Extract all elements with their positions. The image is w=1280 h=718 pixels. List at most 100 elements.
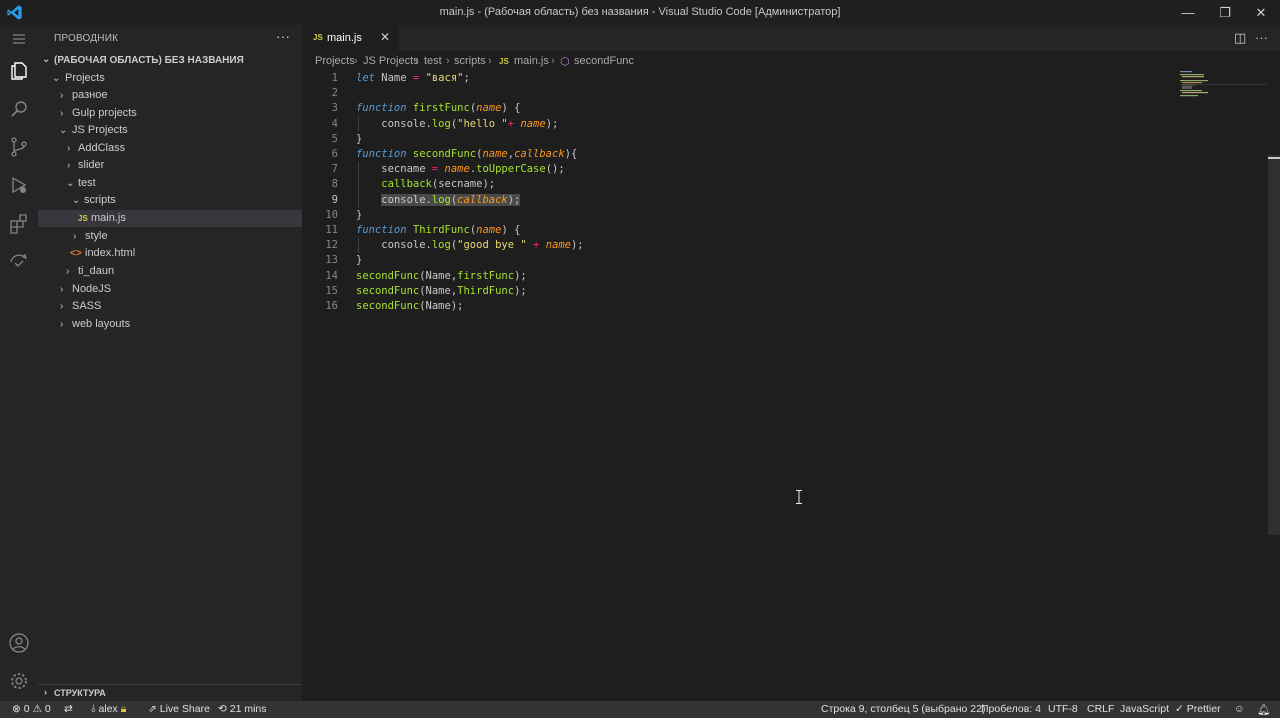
chevron-right-icon: › [73,231,77,242]
minimize-button[interactable]: — [1175,3,1201,22]
restore-button[interactable]: ❐ [1212,3,1238,22]
breadcrumb-item[interactable]: test [424,55,442,67]
settings-gear-icon[interactable] [7,669,31,693]
code-line[interactable]: } [356,253,362,268]
extensions-icon[interactable] [7,212,31,236]
breadcrumb-item[interactable]: Projects [315,55,355,67]
code-token: (); [545,163,565,176]
search-icon[interactable] [7,97,31,121]
chevron-right-icon: › [60,319,64,330]
notifications-bell-icon[interactable]: 🔔︎ [1257,703,1270,716]
code-line[interactable]: console.log("good bye " + name); [356,238,583,253]
line-number: 16 [325,300,338,312]
code-token: name [482,148,508,160]
tree-item-main-js[interactable]: JS main.js [38,210,302,227]
tree-item-addclass[interactable]: › AddClass [38,140,302,157]
vertical-scrollbar[interactable] [1268,155,1280,535]
tree-item-nodejs[interactable]: › NodeJS [38,281,302,298]
cursor-position-status[interactable]: Строка 9, столбец 5 (выбрано 22) [821,703,985,715]
code-line[interactable]: callback(secname); [356,177,495,192]
code-line[interactable]: secondFunc(Name,ThirdFunc); [356,284,527,299]
breadcrumb-separator-icon: › [446,55,450,67]
title-bar: main.js - (Рабочая область) без названия… [0,0,1280,25]
tree-item-slider[interactable]: › slider [38,157,302,174]
close-window-button[interactable]: ✕ [1248,3,1274,22]
eol-status[interactable]: CRLF [1087,703,1114,715]
chevron-right-icon: › [60,284,64,295]
tree-item-label: main.js [91,212,126,224]
tree-item-raznoe[interactable]: › разное [38,87,302,104]
status-bar: ⊗ 0 ⚠ 0 ⇄ ⫰ alex 🔒︎ ⇗ Live Share ⟲ 21 mi… [0,701,1280,718]
breadcrumb-item[interactable]: main.js [514,55,549,67]
code-token: function [356,224,407,236]
tree-item-projects[interactable]: ⌄ Projects [38,70,302,87]
line-number: 14 [325,269,338,282]
tree-item-js-projects[interactable]: ⌄ JS Projects [38,122,302,139]
breadcrumb-item[interactable]: scripts [454,55,486,67]
tree-item-style[interactable]: › style [38,228,302,245]
code-line[interactable]: } [356,208,362,223]
remote-explorer-icon[interactable] [7,250,31,274]
breadcrumb-item[interactable]: JS Projects [363,55,419,67]
code-line[interactable]: function firstFunc(name) { [356,101,520,116]
sync-icon[interactable]: ⇄ [64,703,73,715]
split-editor-icon[interactable]: ◫ [1234,30,1246,46]
live-share-icon: ⇗ [148,703,157,715]
encoding-status[interactable]: UTF-8 [1048,703,1078,715]
tree-item-test[interactable]: ⌄ test [38,175,302,192]
indent-guide [358,238,359,253]
code-line[interactable]: secondFunc(Name,firstFunc); [356,269,527,284]
workspace-section-header[interactable]: ⌄ (РАБОЧАЯ ОБЛАСТЬ) БЕЗ НАЗВАНИЯ [38,54,302,68]
chevron-down-icon: ⌄ [72,195,81,206]
code-line[interactable]: secname = name.toUpperCase(); [356,162,565,177]
tree-item-index-html[interactable]: <> index.html [38,245,302,262]
tree-item-label: ti_daun [78,265,115,277]
code-editor[interactable]: 1 let Name = "вася"; 2 3 function firstFunc(… [302,71,1280,701]
code-token: let [356,72,375,84]
code-line[interactable]: let Name = "вася"; [356,71,470,86]
explorer-more-actions-button[interactable]: ··· [276,28,290,44]
prettier-status[interactable]: ✓ Prettier [1175,703,1221,715]
language-mode-status[interactable]: JavaScript [1120,703,1169,715]
timer-label: 21 mins [229,703,267,715]
chevron-right-icon: › [60,108,64,119]
source-control-icon[interactable] [7,135,31,159]
user-status[interactable]: ⫰ alex 🔒︎ [91,703,126,716]
tab-main-js[interactable]: JS main.js ✕ [302,25,398,51]
code-token: } [356,208,363,221]
code-token: toUpperCase [476,163,546,176]
explorer-icon[interactable] [7,59,31,83]
code-token: callback [514,148,565,160]
code-token: ); [507,193,521,206]
run-debug-icon[interactable] [7,173,31,197]
account-icon[interactable] [7,631,31,655]
code-line[interactable]: console.log("hello "+ name); [356,117,558,132]
code-line[interactable]: secondFunc(Name); [356,299,463,314]
tree-item-scripts[interactable]: ⌄ scripts [38,192,302,209]
tree-item-ti-daun[interactable]: › ti_daun [38,263,302,280]
outline-section-header[interactable]: › СТРУКТУРА [38,684,302,702]
menu-icon[interactable] [7,27,31,51]
tree-item-gulp-projects[interactable]: › Gulp projects [38,105,302,122]
tree-item-web-layouts[interactable]: › web layouts [38,316,302,333]
code-line[interactable]: function secondFunc(name,callback){ [356,147,577,162]
code-token: log [431,193,451,206]
breadcrumb-item[interactable]: secondFunc [574,55,634,67]
tree-item-label: разное [72,89,108,101]
tree-item-label: web layouts [72,318,131,330]
feedback-icon[interactable]: ☺ [1234,703,1245,715]
breadcrumb: Projects › JS Projects › test › scripts … [302,51,1280,71]
live-share-button[interactable]: ⇗ Live Share [148,703,210,715]
tree-item-sass[interactable]: › SASS [38,298,302,315]
code-token: (secname); [431,178,496,191]
indentation-status[interactable]: Пробелов: 4 [981,703,1041,715]
code-line[interactable]: console.log(callback); [356,193,521,208]
code-line[interactable]: function ThirdFunc(name) { [356,223,520,238]
problems-status[interactable]: ⊗ 0 ⚠ 0 [12,703,51,715]
editor-more-actions-icon[interactable]: ··· [1255,30,1268,45]
minimap[interactable] [1180,71,1268,111]
close-tab-icon[interactable]: ✕ [380,30,390,44]
code-line[interactable]: } [356,132,362,147]
chevron-down-icon: ⌄ [42,54,51,65]
timer-status[interactable]: ⟲ 21 mins [218,703,267,715]
